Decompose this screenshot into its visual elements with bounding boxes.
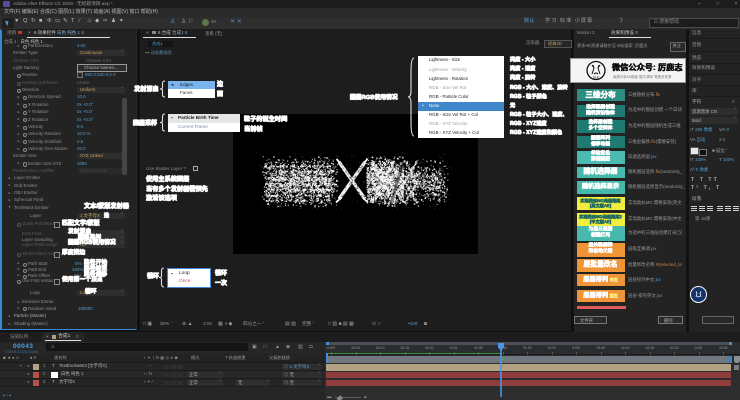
svg-text:VLK: VLK (593, 76, 600, 80)
